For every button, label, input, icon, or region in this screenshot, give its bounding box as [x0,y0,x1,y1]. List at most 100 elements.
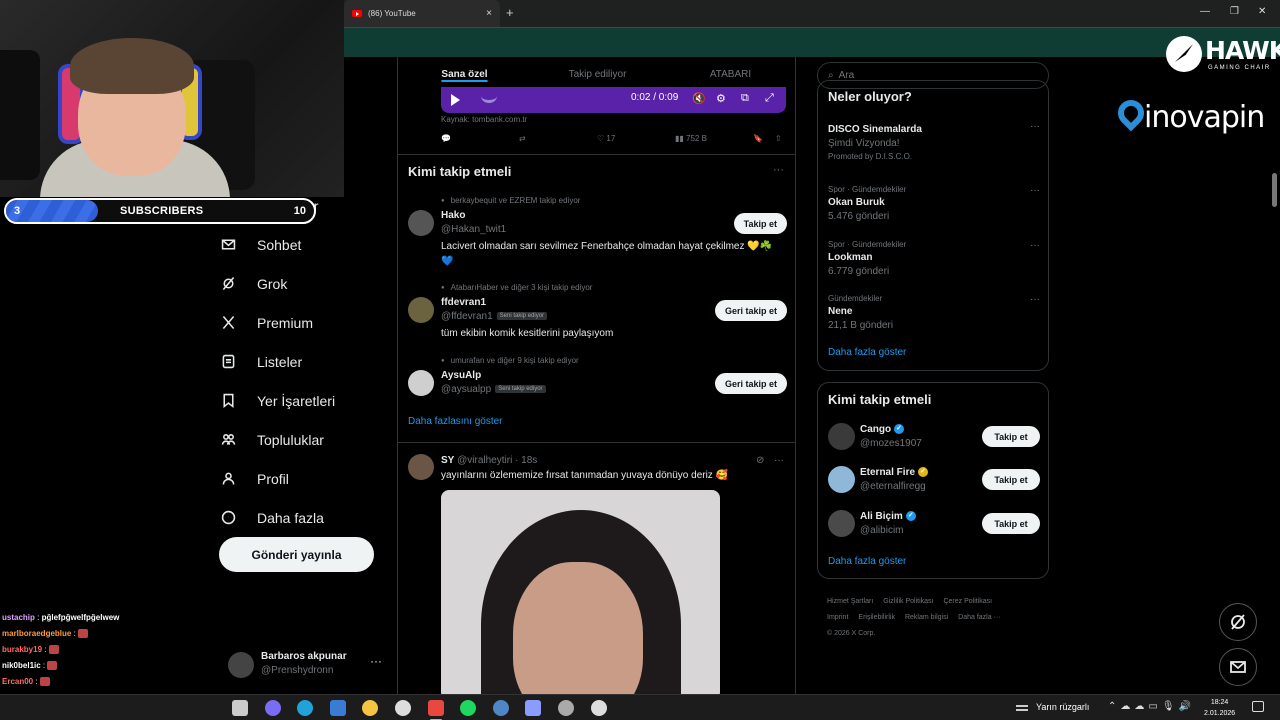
hawk-icon [1166,36,1202,72]
app-icon[interactable] [492,700,509,716]
account-suggestion[interactable]: Ali Biçim ✓ @alibicim Takip et [828,510,1040,540]
taskbar: Yarın rüzgarlı ⌃☁☁▭🎙🔊 18:24 2.01.2026 [0,694,1280,720]
task-view-icon[interactable] [232,700,248,716]
chrome-icon[interactable] [427,700,444,720]
store-icon[interactable] [329,700,346,716]
trend-item[interactable]: Spor · Gündemdekiler Lookman 6.779 gönderi… [828,240,1040,277]
show-more-link[interactable]: Daha fazla göster [828,556,906,567]
mute-icon[interactable]: 🔇 [692,92,706,105]
tab-atabari[interactable]: ATABARI [664,57,795,93]
share-icon[interactable]: ⇧ [775,134,782,143]
follow-button[interactable]: Geri takip et [714,300,787,321]
mail-icon [1230,661,1246,673]
account-switcher[interactable]: Barbaros akpunar @Prenshydronn ··· [228,648,388,680]
tab-close-icon[interactable]: × [486,8,492,19]
new-tab-button[interactable]: + [506,5,514,20]
more-icon[interactable]: ··· [1030,240,1040,251]
more-icon[interactable]: ··· [1030,121,1040,132]
play-icon[interactable] [451,94,460,106]
address-bar[interactable] [344,27,1280,57]
scrollbar[interactable] [1272,57,1278,694]
window-close-button[interactable]: ✕ [1258,6,1266,17]
tab-for-you[interactable]: Sana özel [398,57,531,93]
minimize-button[interactable]: — [1200,6,1210,17]
footer-link[interactable]: Erişilebilirlik [858,614,895,621]
post-button[interactable]: Gönderi yayınla [219,537,374,572]
explorer-icon[interactable] [362,700,379,716]
messages-button[interactable] [1219,648,1257,686]
views-button[interactable]: ▮▮ 752 B [675,134,707,143]
more-icon[interactable]: ··· [774,455,784,466]
notification-icon[interactable] [1252,701,1264,712]
sidebar-item-sohbet[interactable]: Sohbet [219,225,389,264]
xbox-icon[interactable] [395,700,411,716]
show-more-link[interactable]: Daha fazla göster [828,347,906,358]
stream-chat: ustachip : pğlefpğwelfpğelwew marlboraedg… [2,610,212,706]
footer-link[interactable]: Hizmet Şartları [827,598,873,605]
repost-icon[interactable]: ⇄ [519,134,526,143]
emote-icon [78,629,89,639]
follow-button[interactable]: Takip et [982,426,1040,447]
sidebar-item-daha-fazla[interactable]: Daha fazla [219,498,389,537]
sidebar-item-listeler[interactable]: Listeler [219,342,389,381]
trend-item[interactable]: Gündemdekiler Nene 21,1 B gönderi ··· [828,294,1040,331]
tweet-video[interactable] [441,490,720,694]
settings-icon[interactable]: ⚙ [716,92,726,105]
grok-icon[interactable]: ⊘ [756,455,764,466]
trend-item[interactable]: DISCO Sinemalarda Şimdi Vizyonda! Promoted… [828,121,1040,161]
spotify-icon[interactable] [460,700,477,716]
weather-widget[interactable]: Yarın rüzgarlı [1016,702,1089,712]
tweet-handle: @viralheytiri [457,455,513,466]
show-more-link[interactable]: Daha fazlasını göster [408,416,503,427]
footer-link[interactable]: © 2026 X Corp. [827,630,875,637]
tab-following[interactable]: Takip ediliyor [531,57,664,93]
mail-icon [219,236,237,254]
edge-icon[interactable] [297,700,314,716]
trend-category: Gündemdekiler [828,294,883,303]
settings-icon[interactable] [590,700,607,716]
sidebar-item-grok[interactable]: Grok [219,264,389,303]
more-icon[interactable]: ··· [370,654,382,668]
obs-icon[interactable] [558,700,574,716]
system-tray[interactable]: ⌃☁☁▭🎙🔊 [1108,701,1195,712]
sidebar-item-premium[interactable]: Premium [219,303,389,342]
sidebar-item-topluluklar[interactable]: Topluluklar [219,420,389,459]
footer-link[interactable]: Reklam bilgisi [905,614,948,621]
more-icon[interactable]: ··· [1030,294,1040,305]
tweet-author[interactable]: SY [441,455,454,466]
bookmark-icon[interactable]: 🔖 [753,134,763,143]
footer-link[interactable]: Gizlilik Politikası [883,598,933,605]
chat-text: pğlefpğwelfpğelwew [41,613,120,622]
pip-icon[interactable]: ⧉ [741,92,749,105]
suggestion-bio: tüm ekibin komik kesitlerini paylaşıyom [441,328,614,339]
account-suggestion[interactable]: Eternal Fire ✓ @eternalfiregg Takip et [828,466,1040,496]
more-icon[interactable]: ··· [1030,185,1040,196]
tweet-text: yayınlarını özlememize fırsat tanımadan … [441,470,729,481]
search-input[interactable]: ⌕ Ara [817,62,1049,89]
tweet-header: SY @viralheytiri · 18s [441,455,537,466]
footer-link[interactable]: Imprint [827,614,848,621]
footer-link[interactable]: Daha fazla ··· [958,614,1000,621]
sidebar-item-yer-i-aretleri[interactable]: Yer İşaretleri [219,381,389,420]
reply-icon[interactable]: 💬 [441,134,451,143]
follow-button[interactable]: Takip et [733,213,787,234]
browser-tab-youtube[interactable]: (86) YouTube × [344,0,500,27]
clock[interactable]: 18:24 2.01.2026 [1204,697,1235,719]
fullscreen-icon[interactable]: ⤢ [765,92,774,105]
suggestion-handle: @ffdevran1 [441,311,493,322]
maximize-button[interactable]: ❐ [1230,6,1239,17]
more-icon[interactable]: ··· [773,164,784,176]
account-suggestion[interactable]: Cango ✓ @mozes1907 Takip et [828,423,1040,453]
footer-link[interactable]: Çerez Politikası [943,598,992,605]
copilot-icon[interactable] [264,700,281,716]
trend-name: Okan Buruk [828,197,885,208]
trend-item[interactable]: Spor · Gündemdekiler Okan Buruk 5.476 gönd… [828,185,1040,222]
follow-button[interactable]: Takip et [982,513,1040,534]
discord-icon[interactable] [525,700,542,716]
chat-username: Ercan00 [2,677,34,686]
follow-button[interactable]: Geri takip et [714,373,787,394]
like-button[interactable]: ♡ 17 [597,134,615,143]
grok-button[interactable] [1219,603,1257,641]
follow-button[interactable]: Takip et [982,469,1040,490]
sidebar-item-profil[interactable]: Profil [219,459,389,498]
